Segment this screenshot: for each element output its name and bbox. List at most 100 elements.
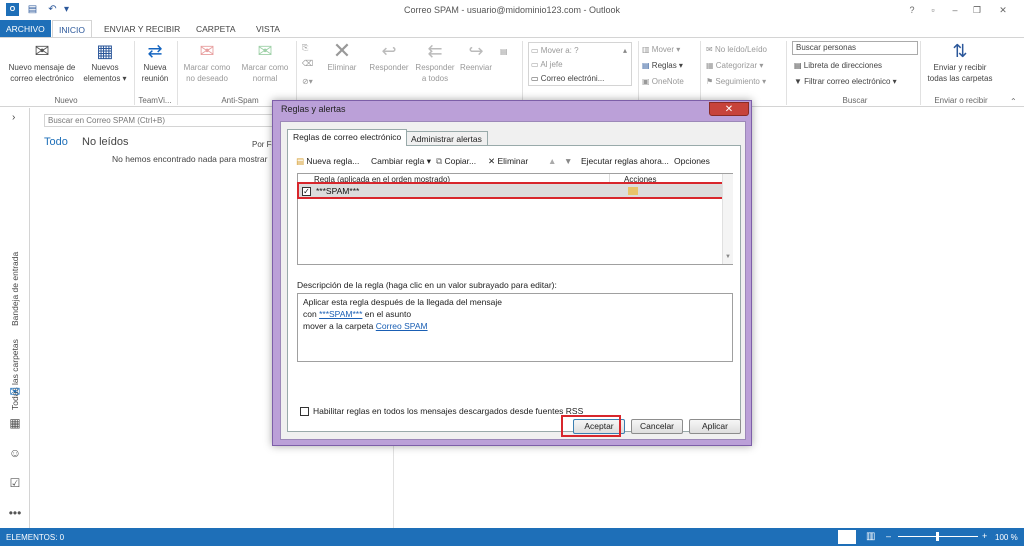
- people-icon[interactable]: ☺: [0, 446, 30, 460]
- delete-icon: ✕: [488, 156, 496, 166]
- empty-message: No hemos encontrado nada para mostrar: [112, 154, 268, 164]
- tab-manage-alerts[interactable]: Administrar alertas: [405, 131, 488, 145]
- new-items-icon: ▦: [96, 41, 114, 61]
- desc-line-1: Aplicar esta regla después de la llegada…: [303, 297, 502, 307]
- description-label: Descripción de la regla (haga clic en un…: [297, 280, 557, 290]
- dialog-body: Reglas de correo electrónico Administrar…: [280, 121, 746, 440]
- reply-all-button[interactable]: ⇇ Responder a todos: [412, 40, 458, 84]
- collapse-ribbon-icon[interactable]: ⌃: [1010, 96, 1017, 107]
- zoom-in-icon[interactable]: +: [982, 531, 987, 541]
- new-email-icon: ✉: [34, 41, 50, 61]
- quick-step-move[interactable]: ▭ Mover a: ?: [531, 45, 579, 56]
- forward-button[interactable]: ↪ Reenviar: [456, 40, 496, 73]
- mail-icon[interactable]: ✉: [0, 384, 30, 400]
- spam-mail-icon: ✉: [199, 41, 215, 61]
- delete-rule-button[interactable]: ✕ Eliminar: [488, 156, 528, 167]
- tab-carpeta[interactable]: CARPETA: [190, 20, 242, 38]
- tab-inicio[interactable]: INICIO: [52, 20, 92, 38]
- quick-step-email[interactable]: ▭ Correo electróni...: [531, 73, 604, 84]
- new-email-button[interactable]: ✉ Nuevo mensaje de correo electrónico: [2, 40, 82, 84]
- gallery-scroll-icon[interactable]: ▴: [623, 45, 627, 56]
- copy-rule-button[interactable]: ⧉ Copiar...: [436, 156, 476, 167]
- desc-line-2: con ***SPAM*** en el asunto: [303, 309, 412, 319]
- unread-read-button[interactable]: ✉ No leído/Leído: [706, 44, 767, 55]
- rule-highlight-box: [297, 182, 724, 199]
- mark-spam-button[interactable]: ✉ Marcar como no deseado: [178, 40, 236, 84]
- group-teamviewer: TeamVi...: [138, 96, 172, 105]
- rule-description-box: Aplicar esta regla después de la llegada…: [297, 293, 733, 362]
- filter-email-button[interactable]: ▼ Filtrar correo electrónico ▾: [794, 76, 897, 87]
- reply-all-icon: ⇇: [427, 41, 443, 61]
- reply-icon: ↩: [381, 41, 397, 61]
- group-buscar: Buscar: [842, 96, 868, 105]
- maximize-button[interactable]: ❐: [970, 4, 984, 16]
- rules-tab-panel: ▤ Nueva regla... Cambiar regla ▾ ⧉ Copia…: [287, 145, 741, 432]
- calendar-icon[interactable]: ▦: [0, 416, 30, 430]
- status-bar: ELEMENTOS: 0 ▥ – + 100 %: [0, 528, 1024, 546]
- group-nuevo: Nuevo: [54, 96, 78, 105]
- more-icon[interactable]: •••: [0, 506, 30, 520]
- item-count: ELEMENTOS: 0: [6, 533, 65, 542]
- help-button[interactable]: ?: [905, 4, 919, 16]
- cleanup-icon[interactable]: ⌫: [302, 58, 313, 69]
- normal-view-icon[interactable]: [838, 530, 856, 544]
- move-up-icon[interactable]: ▲: [548, 156, 556, 166]
- ignore-icon[interactable]: ⎘: [302, 42, 308, 53]
- new-meeting-button[interactable]: ⇄ Nueva reunión: [136, 40, 174, 84]
- rules-button[interactable]: ▤ Reglas ▾: [642, 60, 683, 71]
- quick-steps-gallery: ▭ Mover a: ? ▭ Al jefe ▭ Correo electrón…: [528, 42, 632, 86]
- followup-button[interactable]: ⚑ Seguimiento ▾: [706, 76, 766, 87]
- run-rules-button[interactable]: Ejecutar reglas ahora...: [581, 156, 669, 166]
- address-book-button[interactable]: ▤ Libreta de direcciones: [794, 60, 882, 71]
- subject-words-link[interactable]: ***SPAM***: [319, 309, 362, 319]
- filter-all[interactable]: Todo: [44, 136, 68, 148]
- tab-enviar-recibir[interactable]: ENVIAR Y RECIBIR: [98, 20, 186, 38]
- folder-pane-collapsed: › Bandeja de entrada Todas las carpetas …: [0, 108, 30, 528]
- ribbon: ✉ Nuevo mensaje de correo electrónico ▦ …: [0, 37, 1024, 107]
- minimize-button[interactable]: –: [948, 4, 962, 16]
- dialog-close-button[interactable]: ✕: [709, 102, 749, 116]
- move-down-icon[interactable]: ▼: [564, 156, 572, 166]
- categorize-button[interactable]: ▦ Categorizar ▾: [706, 60, 763, 71]
- new-rule-icon: ▤: [296, 156, 305, 166]
- rss-rules-checkbox[interactable]: [300, 407, 309, 416]
- quick-step-boss[interactable]: ▭ Al jefe: [531, 59, 563, 70]
- normal-mail-icon: ✉: [257, 41, 273, 61]
- mark-normal-button[interactable]: ✉ Marcar como normal: [236, 40, 294, 84]
- apply-button[interactable]: Aplicar: [689, 419, 741, 434]
- cancel-button[interactable]: Cancelar: [631, 419, 683, 434]
- delete-x-icon: ✕: [332, 38, 352, 63]
- options-button[interactable]: Opciones: [674, 156, 710, 166]
- ribbon-options-button[interactable]: ▫: [926, 4, 940, 16]
- close-window-button[interactable]: ✕: [996, 4, 1010, 16]
- expand-folder-pane-icon[interactable]: ›: [12, 112, 15, 123]
- change-rule-button[interactable]: Cambiar regla ▾: [371, 156, 431, 167]
- move-button[interactable]: ▥ Mover ▾: [642, 44, 680, 55]
- zoom-out-icon[interactable]: –: [886, 531, 891, 541]
- tasks-icon[interactable]: ☑: [0, 476, 30, 490]
- scroll-down-icon[interactable]: ▼: [725, 254, 731, 260]
- target-folder-link[interactable]: Correo SPAM: [376, 321, 428, 331]
- tab-vista[interactable]: VISTA: [250, 20, 286, 38]
- onenote-button[interactable]: ▣ OneNote: [642, 76, 684, 87]
- tab-archivo[interactable]: ARCHIVO: [0, 20, 51, 38]
- rule-list: Regla (aplicada en el orden mostrado) Ac…: [297, 173, 733, 265]
- reading-view-icon[interactable]: ▥: [866, 531, 875, 542]
- title-bar: O ▤ ↶ ▾ Correo SPAM - usuario@midominio1…: [0, 0, 1024, 20]
- group-antispam: Anti-Spam: [221, 96, 259, 105]
- junk-icon[interactable]: ⊘▾: [302, 76, 313, 87]
- more-respond-icon[interactable]: ▤: [500, 46, 508, 57]
- rss-rules-label: Habilitar reglas en todos los mensajes d…: [313, 406, 584, 416]
- new-items-button[interactable]: ▦ Nuevos elementos ▾: [80, 40, 130, 84]
- delete-button[interactable]: ✕ Eliminar: [322, 40, 362, 73]
- zoom-thumb[interactable]: [936, 532, 939, 541]
- desc-line-3: mover a la carpeta Correo SPAM: [303, 321, 428, 331]
- new-rule-button[interactable]: ▤ Nueva regla...: [296, 156, 359, 167]
- search-people-input[interactable]: Buscar personas: [792, 41, 918, 55]
- inbox-folder[interactable]: Bandeja de entrada: [10, 252, 20, 326]
- rule-list-scrollbar[interactable]: ▼: [722, 174, 733, 264]
- send-receive-all-button[interactable]: ⇅ Enviar y recibir todas las carpetas: [922, 40, 998, 84]
- reply-button[interactable]: ↩ Responder: [366, 40, 412, 73]
- filter-unread[interactable]: No leídos: [82, 136, 128, 148]
- tab-email-rules[interactable]: Reglas de correo electrónico: [287, 129, 408, 146]
